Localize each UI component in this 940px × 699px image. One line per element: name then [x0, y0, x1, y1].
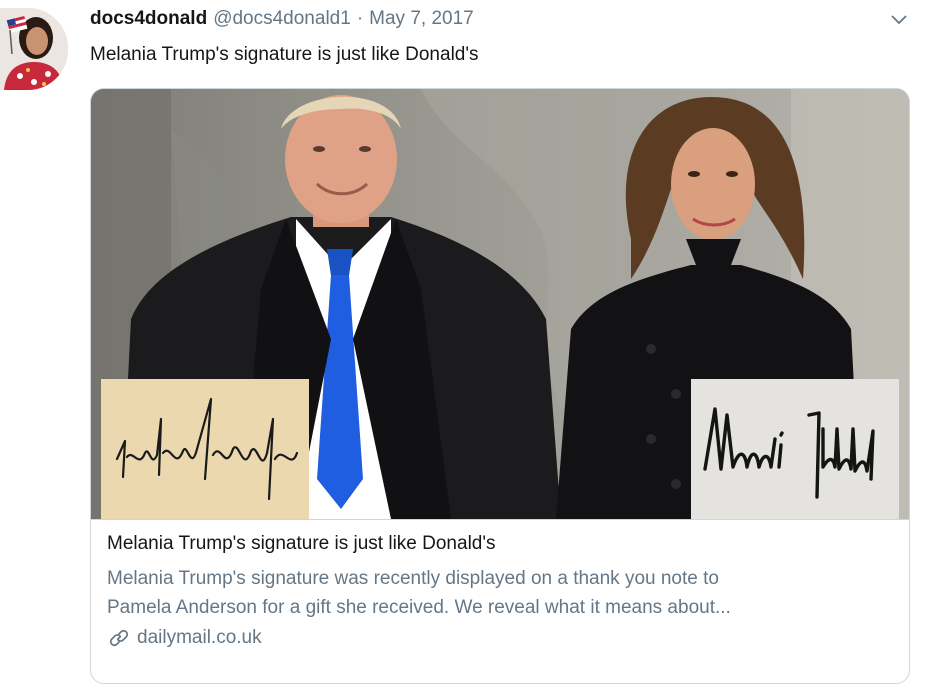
card-body: Melania Trump's signature is just like D… [91, 519, 909, 683]
donald-signature-image [101, 379, 309, 519]
card-title[interactable]: Melania Trump's signature is just like D… [107, 533, 495, 555]
card-domain-text: dailymail.co.uk [137, 627, 262, 648]
card-image[interactable] [91, 89, 909, 519]
tweet-text: Melania Trump's signature is just like D… [90, 44, 479, 65]
display-name[interactable]: docs4donald [90, 8, 207, 30]
chevron-down-icon [891, 12, 907, 30]
melania-signature-image [691, 379, 899, 519]
tweet-menu-button[interactable] [886, 10, 912, 32]
tweet-date[interactable]: May 7, 2017 [369, 8, 474, 30]
card-description-line: Melania Trump's signature was recently d… [107, 568, 719, 589]
card-description: Melania Trump's signature was recently d… [107, 564, 902, 622]
card-domain[interactable]: dailymail.co.uk [107, 626, 262, 650]
card-description-line: Pamela Anderson for a gift she received.… [107, 597, 731, 618]
user-handle[interactable]: @docs4donald1 [213, 8, 351, 30]
tweet: docs4donald @docs4donald1 · May 7, 2017 … [0, 0, 940, 699]
link-card[interactable]: Melania Trump's signature is just like D… [90, 88, 910, 684]
avatar[interactable] [0, 8, 68, 90]
link-icon [107, 626, 131, 650]
separator-dot: · [356, 8, 364, 29]
tweet-header: docs4donald @docs4donald1 · May 7, 2017 [90, 8, 474, 38]
